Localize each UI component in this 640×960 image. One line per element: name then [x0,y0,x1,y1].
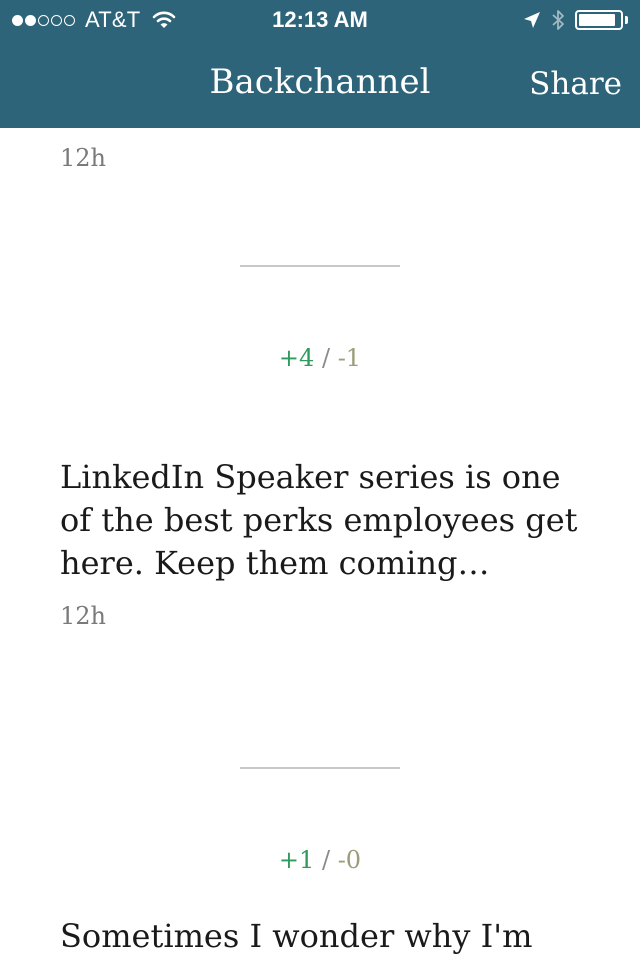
status-bar-right [523,9,628,31]
battery-nub [625,16,628,24]
post-text[interactable]: Sometimes I wonder why I'm [60,915,600,958]
upvote-count[interactable]: +4 [279,344,314,372]
post-divider [240,767,400,769]
bluetooth-icon [552,10,564,30]
post-text[interactable]: LinkedIn Speaker series is one of the be… [60,456,600,585]
upvote-count[interactable]: +1 [279,846,314,874]
battery-icon [575,10,623,30]
vote-separator: / [321,846,331,874]
share-button[interactable]: Share [529,66,622,102]
post-timestamp: 12h [60,602,106,630]
downvote-count[interactable]: -1 [338,344,361,372]
downvote-count[interactable]: -0 [338,846,361,874]
nav-bar: Backchannel Share [0,40,640,128]
post-divider [240,265,400,267]
status-bar: AT&T 12:13 AM [0,0,640,40]
feed[interactable]: 12h +4 / -1 LinkedIn Speaker series is o… [0,128,640,960]
vote-counts: +4 / -1 [0,344,640,372]
vote-counts: +1 / -0 [0,846,640,874]
app-header: AT&T 12:13 AM Backchannel Share [0,0,640,128]
location-arrow-icon [524,12,540,28]
vote-separator: / [321,344,331,372]
post-timestamp: 12h [60,144,106,172]
battery-level [579,14,615,26]
